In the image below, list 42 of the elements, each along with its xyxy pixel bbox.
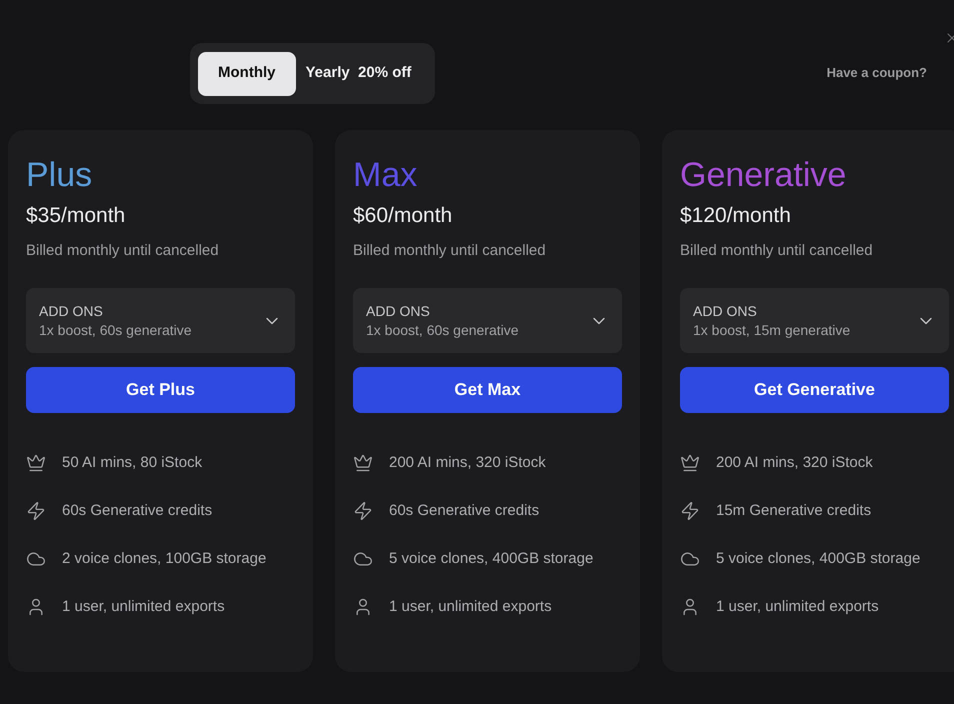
- billing-note: Billed monthly until cancelled: [353, 240, 547, 260]
- feature-text: 1 user, unlimited exports: [389, 596, 552, 617]
- billing-tab[interactable]: Yearly 20% off: [306, 52, 428, 96]
- crown-icon: [26, 453, 46, 473]
- feature-text: 1 user, unlimited exports: [62, 596, 225, 617]
- lightning-icon: [680, 501, 700, 521]
- plan-price: $60/month: [353, 203, 454, 229]
- billing-tab[interactable]: Monthly: [198, 52, 296, 96]
- addons-label: ADD ONS: [693, 302, 758, 320]
- plan-title: Max: [353, 155, 418, 196]
- crown-icon: [353, 453, 373, 473]
- addons-value: 1x boost, 15m generative: [693, 320, 852, 340]
- plan-title: Plus: [26, 155, 94, 196]
- feature-text: 200 AI mins, 320 iStock: [716, 452, 873, 473]
- feature-text: 2 voice clones, 100GB storage: [62, 548, 266, 569]
- addons-dropdown[interactable]: ADD ONS 1x boost, 60s generative: [353, 288, 622, 353]
- addons-dropdown[interactable]: ADD ONS 1x boost, 60s generative: [26, 288, 295, 353]
- addons-dropdown[interactable]: ADD ONS 1x boost, 15m generative: [680, 288, 949, 353]
- plan-price: $120/month: [680, 203, 792, 229]
- plan-title: Generative: [680, 155, 848, 196]
- feature-text: 60s Generative credits: [62, 500, 212, 521]
- feature-text: 60s Generative credits: [389, 500, 540, 521]
- coupon-link[interactable]: Have a coupon?: [826, 63, 927, 82]
- get-plan-button[interactable]: Get Max: [353, 367, 622, 413]
- crown-icon: [680, 453, 700, 473]
- plan-price: $35/month: [26, 203, 126, 229]
- addons-label: ADD ONS: [39, 302, 104, 320]
- get-plan-button[interactable]: Get Plus: [26, 367, 295, 413]
- addons-value: 1x boost, 60s generative: [366, 320, 520, 340]
- lightning-icon: [353, 501, 373, 521]
- feature-text: 50 AI mins, 80 iStock: [62, 452, 202, 473]
- feature-text: 5 voice clones, 400GB storage: [716, 548, 920, 569]
- feature-text: 5 voice clones, 400GB storage: [389, 548, 594, 569]
- addons-label: ADD ONS: [366, 302, 431, 320]
- billing-note: Billed monthly until cancelled: [680, 240, 874, 260]
- lightning-icon: [26, 501, 46, 521]
- feature-text: 200 AI mins, 320 iStock: [389, 452, 546, 473]
- addons-value: 1x boost, 60s generative: [39, 320, 193, 340]
- feature-text: 15m Generative credits: [716, 500, 872, 521]
- get-plan-button[interactable]: Get Generative: [680, 367, 949, 413]
- feature-text: 1 user, unlimited exports: [716, 596, 879, 617]
- billing-note: Billed monthly until cancelled: [26, 240, 220, 260]
